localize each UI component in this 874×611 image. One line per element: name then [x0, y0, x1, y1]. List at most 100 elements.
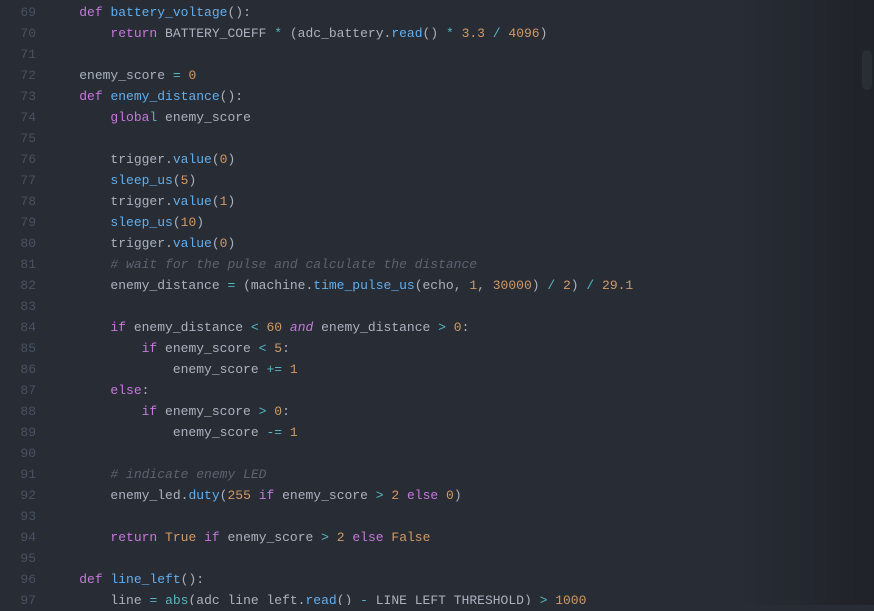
token-pn: [157, 593, 165, 605]
line-number: 95: [0, 548, 36, 569]
code-line[interactable]: trigger.value(1): [48, 191, 860, 212]
code-line[interactable]: else:: [48, 380, 860, 401]
code-line[interactable]: [48, 548, 860, 569]
token-num: 0: [188, 68, 196, 83]
token-op: *: [274, 26, 282, 41]
token-pn: ): [540, 26, 548, 41]
code-line[interactable]: [48, 443, 860, 464]
code-line[interactable]: [48, 128, 860, 149]
code-line[interactable]: enemy_distance = (machine.time_pulse_us(…: [48, 275, 860, 296]
token-kw: else: [352, 530, 383, 545]
code-line[interactable]: def battery_voltage():: [48, 2, 860, 23]
token-pn: [485, 26, 493, 41]
token-fn: enemy_distance: [110, 89, 219, 104]
code-line[interactable]: def enemy_distance():: [48, 86, 860, 107]
code-line[interactable]: if enemy_score > 0:: [48, 401, 860, 422]
token-pn: (: [212, 194, 220, 209]
token-pn: :: [462, 320, 470, 335]
line-number: 85: [0, 338, 36, 359]
code-line[interactable]: trigger.value(0): [48, 233, 860, 254]
token-kw: return: [110, 26, 157, 41]
token-num: 2: [391, 488, 399, 503]
token-op: +=: [266, 362, 282, 377]
code-line[interactable]: line = abs(adc_line_left.read() - LINE_L…: [48, 590, 860, 605]
token-pn: line: [110, 593, 149, 605]
token-pn: (: [173, 215, 181, 230]
token-num: 1000: [555, 593, 586, 605]
code-editor[interactable]: 6970717273747576777879808182838485868788…: [0, 0, 874, 605]
token-pn: [555, 278, 563, 293]
token-builtin: abs: [165, 593, 188, 605]
line-number: 76: [0, 149, 36, 170]
token-pn: (: [212, 152, 220, 167]
token-pn: ): [196, 215, 204, 230]
token-call: time_pulse_us: [313, 278, 414, 293]
token-pn: (adc_battery: [282, 26, 383, 41]
line-number: 84: [0, 317, 36, 338]
token-num: 255: [227, 488, 250, 503]
token-pn: [399, 488, 407, 503]
line-number: 87: [0, 380, 36, 401]
token-pn: [446, 320, 454, 335]
line-number: 83: [0, 296, 36, 317]
code-line[interactable]: [48, 506, 860, 527]
token-kw: return: [110, 530, 157, 545]
token-pn: ,: [477, 278, 493, 293]
code-line[interactable]: [48, 44, 860, 65]
token-pn: enemy_score: [79, 68, 173, 83]
code-line[interactable]: enemy_score = 0: [48, 65, 860, 86]
code-area[interactable]: def battery_voltage(): return BATTERY_CO…: [48, 0, 860, 605]
code-line[interactable]: sleep_us(5): [48, 170, 860, 191]
line-number: 88: [0, 401, 36, 422]
code-line[interactable]: return BATTERY_COEFF * (adc_battery.read…: [48, 23, 860, 44]
code-line[interactable]: enemy_score -= 1: [48, 422, 860, 443]
vertical-scrollbar[interactable]: [860, 0, 874, 605]
token-pn: [329, 530, 337, 545]
token-pn: (adc_line_left.: [188, 593, 305, 605]
code-line[interactable]: enemy_led.duty(255 if enemy_score > 2 el…: [48, 485, 860, 506]
token-call: value: [173, 194, 212, 209]
code-line[interactable]: if enemy_distance < 60 and enemy_distanc…: [48, 317, 860, 338]
token-fn: battery_voltage: [110, 5, 227, 20]
scroll-thumb[interactable]: [862, 50, 872, 90]
line-number: 79: [0, 212, 36, 233]
token-pn: (): [337, 593, 360, 605]
token-pn: ): [454, 488, 462, 503]
code-line[interactable]: enemy_score += 1: [48, 359, 860, 380]
line-number: 97: [0, 590, 36, 611]
token-pn: [196, 530, 204, 545]
token-op: /: [493, 26, 501, 41]
token-num: 5: [274, 341, 282, 356]
line-number: 75: [0, 128, 36, 149]
token-pn: enemy_led.: [110, 488, 188, 503]
token-pn: trigger.: [110, 152, 172, 167]
code-line[interactable]: global enemy_score: [48, 107, 860, 128]
token-pn: enemy_score: [157, 110, 251, 125]
token-op: >: [438, 320, 446, 335]
token-kw: if: [259, 488, 275, 503]
token-kw: if: [110, 320, 126, 335]
code-line[interactable]: [48, 296, 860, 317]
token-op: >: [321, 530, 329, 545]
token-pn: (: [173, 173, 181, 188]
code-line[interactable]: def line_left():: [48, 569, 860, 590]
token-num: 30000: [493, 278, 532, 293]
code-line[interactable]: if enemy_score < 5:: [48, 338, 860, 359]
token-num: 10: [181, 215, 197, 230]
line-number: 81: [0, 254, 36, 275]
token-pn: (): [423, 26, 446, 41]
token-op: /: [547, 278, 555, 293]
code-line[interactable]: return True if enemy_score > 2 else Fals…: [48, 527, 860, 548]
token-pn: [454, 26, 462, 41]
token-num: 1: [469, 278, 477, 293]
token-num: 2: [337, 530, 345, 545]
line-number: 78: [0, 191, 36, 212]
token-op: -=: [266, 425, 282, 440]
code-line[interactable]: sleep_us(10): [48, 212, 860, 233]
code-line[interactable]: trigger.value(0): [48, 149, 860, 170]
line-number: 91: [0, 464, 36, 485]
code-line[interactable]: # wait for the pulse and calculate the d…: [48, 254, 860, 275]
code-line[interactable]: # indicate enemy LED: [48, 464, 860, 485]
token-pn: ): [532, 278, 548, 293]
token-cst: True: [165, 530, 196, 545]
